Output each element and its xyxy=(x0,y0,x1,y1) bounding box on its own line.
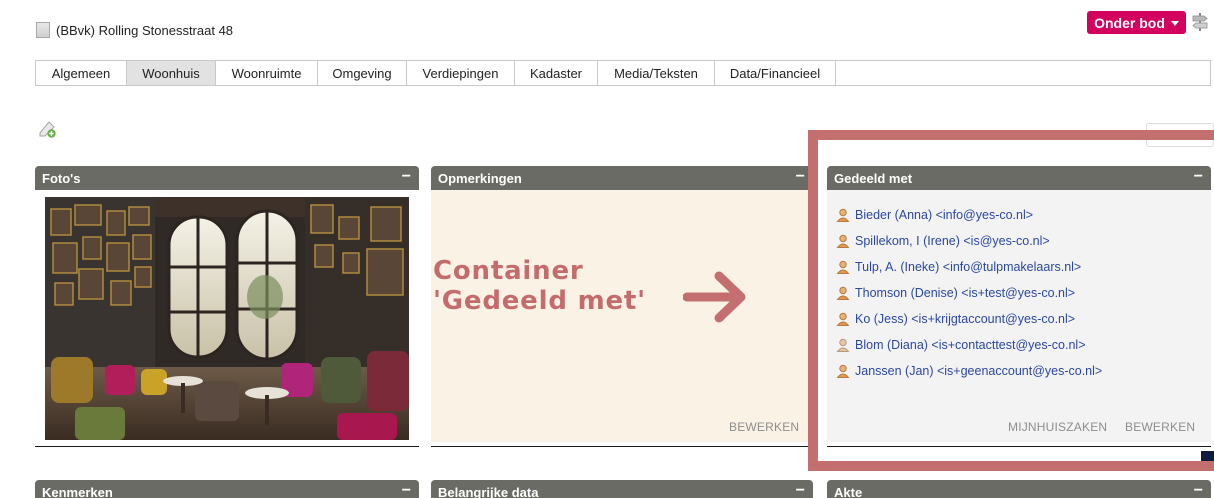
annotation-arrow-icon xyxy=(683,271,746,323)
status-dropdown-button[interactable]: Onder bod xyxy=(1087,11,1186,34)
tab-data-financieel[interactable]: Data/Financieel xyxy=(715,61,836,85)
panel-akte: Akte − xyxy=(827,480,1211,498)
opmerkingen-body: BEWERKEN xyxy=(431,190,813,442)
document-icon xyxy=(36,22,50,38)
opmerkingen-edit-link[interactable]: BEWERKEN xyxy=(729,420,799,434)
collapse-belangrijke-data-icon[interactable]: − xyxy=(796,482,805,498)
tab-media-teksten[interactable]: Media/Teksten xyxy=(598,61,715,85)
panel-kenmerken-title: Kenmerken xyxy=(42,484,113,498)
signpost-icon[interactable] xyxy=(1192,12,1208,32)
panel-akte-header: Akte − xyxy=(827,480,1211,498)
panel-fotos: Foto's − xyxy=(35,166,419,447)
tab-woonruimte[interactable]: Woonruimte xyxy=(216,61,318,85)
panel-belangrijke-data-title: Belangrijke data xyxy=(438,484,539,498)
panel-kenmerken-header: Kenmerken − xyxy=(35,480,419,498)
tab-verdiepingen[interactable]: Verdiepingen xyxy=(407,61,515,85)
tab-woonhuis[interactable]: Woonhuis xyxy=(127,61,216,85)
add-widget-icon[interactable] xyxy=(37,119,57,139)
panel-fotos-header: Foto's − xyxy=(35,166,419,190)
panel-akte-title: Akte xyxy=(834,484,863,498)
collapse-akte-icon[interactable]: − xyxy=(1194,482,1203,498)
annotation-line-1: Container xyxy=(433,256,584,286)
annotation-highlight-box xyxy=(808,130,1214,471)
panel-fotos-title: Foto's xyxy=(42,170,81,186)
panel-opmerkingen-title: Opmerkingen xyxy=(438,170,522,186)
property-title: (BBvk) Rolling Stonesstraat 48 xyxy=(36,22,233,38)
caret-down-icon xyxy=(1170,21,1179,26)
panel-kenmerken: Kenmerken − xyxy=(35,480,419,498)
tab-omgeving[interactable]: Omgeving xyxy=(318,61,407,85)
tab-bar: Algemeen Woonhuis Woonruimte Omgeving Ve… xyxy=(35,60,1211,86)
collapse-opmerkingen-icon[interactable]: − xyxy=(796,168,805,185)
tab-kadaster[interactable]: Kadaster xyxy=(515,61,598,85)
collapse-fotos-icon[interactable]: − xyxy=(402,168,411,185)
panel-opmerkingen-header: Opmerkingen − xyxy=(431,166,813,190)
tab-algemeen[interactable]: Algemeen xyxy=(36,61,127,85)
property-title-text: (BBvk) Rolling Stonesstraat 48 xyxy=(56,22,234,38)
panel-belangrijke-data-header: Belangrijke data − xyxy=(431,480,813,498)
annotation-label: Container 'Gedeeld met' xyxy=(433,256,646,316)
annotation-line-2: 'Gedeeld met' xyxy=(433,286,646,316)
status-label: Onder bod xyxy=(1094,14,1165,31)
property-photo[interactable] xyxy=(45,197,409,440)
panel-belangrijke-data: Belangrijke data − xyxy=(431,480,813,498)
collapse-kenmerken-icon[interactable]: − xyxy=(402,482,411,498)
